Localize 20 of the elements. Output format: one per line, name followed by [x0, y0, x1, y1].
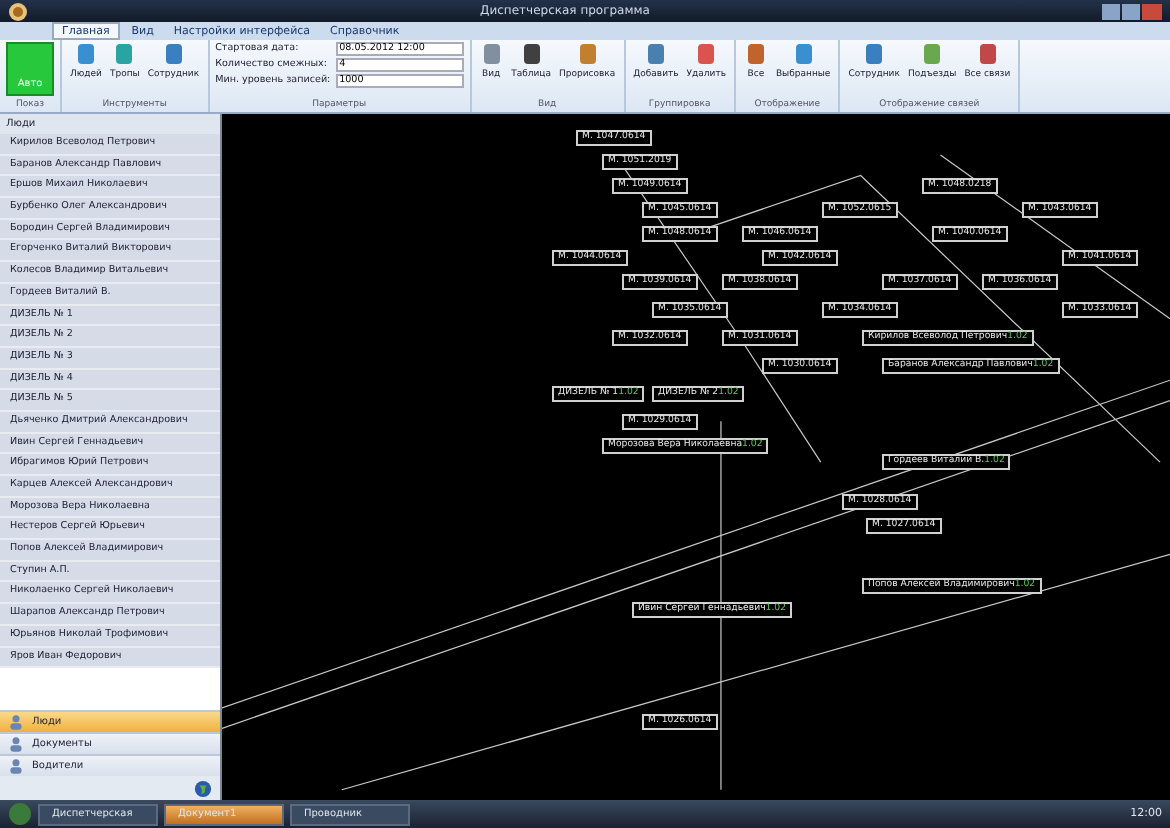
tool-icon	[862, 42, 887, 66]
tool-icon	[975, 42, 1000, 66]
person-icon	[8, 736, 24, 752]
tool-icon	[479, 42, 504, 66]
tool-icon	[73, 42, 98, 66]
tool-icon	[694, 42, 719, 66]
tool-icon	[519, 42, 544, 66]
tool-icon	[643, 42, 668, 66]
app-menu-icon[interactable]	[8, 1, 28, 21]
person-icon	[8, 714, 24, 730]
tool-icon	[743, 42, 768, 66]
person-icon	[8, 758, 24, 774]
globe-icon	[194, 779, 212, 797]
tool-icon	[161, 42, 186, 66]
tool-icon	[112, 42, 137, 66]
tool-icon	[920, 42, 945, 66]
start-icon[interactable]	[8, 802, 32, 826]
window-controls-icon[interactable]	[1102, 3, 1162, 19]
tool-icon	[791, 42, 816, 66]
tool-icon	[575, 42, 600, 66]
